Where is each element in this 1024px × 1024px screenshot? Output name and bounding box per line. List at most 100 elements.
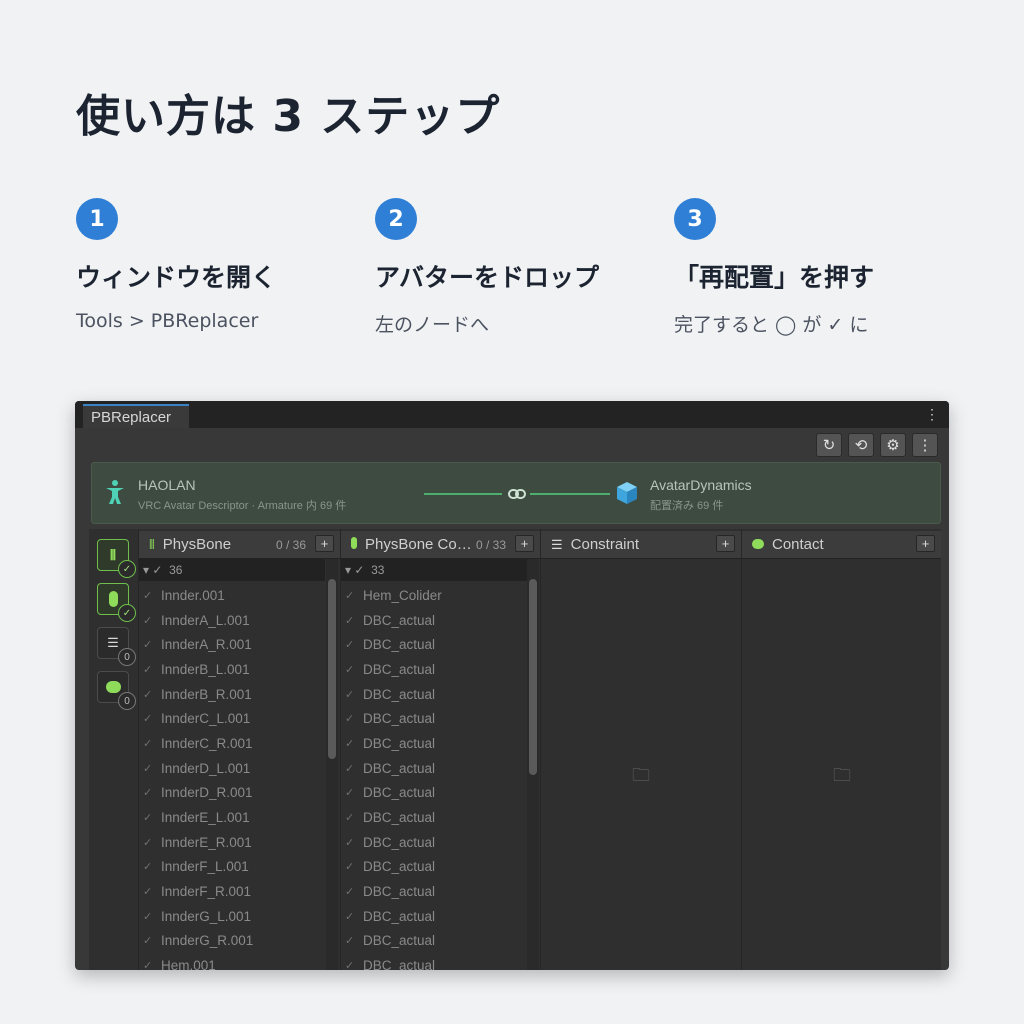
- list-item[interactable]: ✓ DBC_actual: [341, 879, 527, 904]
- list-item[interactable]: ✓ DBC_actual: [341, 608, 527, 633]
- settings-button[interactable]: ⚙: [880, 433, 906, 457]
- column-title: Contact: [772, 536, 824, 553]
- list-item[interactable]: ✓ DBC_actual: [341, 682, 527, 707]
- scrollbar-thumb[interactable]: [328, 579, 336, 759]
- list-item-label: DBC_actual: [363, 834, 436, 850]
- list-item-label: DBC_actual: [363, 760, 436, 776]
- check-icon[interactable]: ✓: [143, 836, 161, 849]
- check-icon[interactable]: ✓: [345, 589, 363, 602]
- cube-icon: [617, 482, 637, 504]
- add-button[interactable]: +: [716, 535, 735, 552]
- list-item[interactable]: ✓ InnderA_R.001: [139, 632, 325, 657]
- check-icon[interactable]: ✓: [143, 786, 161, 799]
- tab-pbreplacer[interactable]: PBReplacer: [83, 404, 189, 428]
- constraint-icon: ☰: [551, 536, 563, 552]
- list-item[interactable]: ✓ DBC_actual: [341, 904, 527, 929]
- list-item[interactable]: ✓ InnderG_R.001: [139, 929, 325, 954]
- check-icon[interactable]: ✓: [345, 762, 363, 775]
- check-icon[interactable]: ✓: [143, 860, 161, 873]
- check-icon[interactable]: ✓: [345, 934, 363, 947]
- history-button[interactable]: ⟲: [848, 433, 874, 457]
- list-item[interactable]: ✓ DBC_actual: [341, 929, 527, 954]
- list-item[interactable]: ✓ InnderD_L.001: [139, 756, 325, 781]
- group-row[interactable]: ▾ ✓ 33: [341, 559, 527, 581]
- avatar-drop-zone[interactable]: HAOLAN VRC Avatar Descriptor · Armature …: [91, 462, 941, 524]
- contact-filter-button[interactable]: 0: [97, 671, 136, 710]
- list-item[interactable]: ✓ DBC_actual: [341, 781, 527, 806]
- list-item[interactable]: ✓ DBC_actual: [341, 756, 527, 781]
- check-icon[interactable]: ✓: [345, 836, 363, 849]
- check-icon[interactable]: ✓: [143, 811, 161, 824]
- list-item-label: InnderB_R.001: [161, 686, 252, 702]
- window-menu-icon[interactable]: ⋮: [925, 406, 939, 423]
- collider-filter-button[interactable]: ✓: [97, 583, 136, 622]
- scrollbar-thumb[interactable]: [529, 579, 537, 775]
- check-icon[interactable]: ✓: [345, 614, 363, 627]
- check-icon[interactable]: ✓: [143, 663, 161, 676]
- list-item[interactable]: ✓ DBC_actual: [341, 855, 527, 880]
- check-icon[interactable]: ✓: [143, 688, 161, 701]
- check-icon[interactable]: ✓: [345, 959, 363, 970]
- step-heading: アバターをドロップ: [375, 263, 600, 292]
- step-number: 1: [76, 198, 118, 240]
- check-icon[interactable]: ✓: [345, 811, 363, 824]
- list-item[interactable]: ✓ InnderC_L.001: [139, 706, 325, 731]
- list-item[interactable]: ✓ DBC_actual: [341, 706, 527, 731]
- check-icon[interactable]: ✓: [143, 737, 161, 750]
- check-icon[interactable]: ✓: [143, 638, 161, 651]
- list-item[interactable]: ✓ DBC_actual: [341, 657, 527, 682]
- check-icon[interactable]: ✓: [345, 638, 363, 651]
- add-button[interactable]: +: [916, 535, 935, 552]
- list-item[interactable]: ✓ InnderB_L.001: [139, 657, 325, 682]
- check-icon[interactable]: ✓: [345, 786, 363, 799]
- check-icon[interactable]: ✓: [143, 762, 161, 775]
- list-item[interactable]: ✓ InnderC_R.001: [139, 731, 325, 756]
- list-item[interactable]: ✓ InnderG_L.001: [139, 904, 325, 929]
- check-icon[interactable]: ✓: [345, 885, 363, 898]
- check-icon[interactable]: ✓: [345, 712, 363, 725]
- list-item[interactable]: ✓ Hem.001: [139, 953, 325, 970]
- add-button[interactable]: +: [315, 535, 334, 552]
- list-item[interactable]: ✓ DBC_actual: [341, 632, 527, 657]
- check-icon[interactable]: ✓: [345, 688, 363, 701]
- list-item[interactable]: ✓ DBC_actual: [341, 830, 527, 855]
- group-row[interactable]: ▾ ✓ 36: [139, 559, 325, 581]
- check-icon[interactable]: ✓: [143, 589, 161, 602]
- list-item[interactable]: ✓ InnderB_R.001: [139, 682, 325, 707]
- check-icon[interactable]: ✓: [143, 910, 161, 923]
- check-icon[interactable]: ✓: [143, 712, 161, 725]
- more-button[interactable]: ⋮: [912, 433, 938, 457]
- list-item[interactable]: ✓ InnderF_L.001: [139, 855, 325, 880]
- list-item-label: Innder.001: [161, 587, 225, 603]
- check-icon[interactable]: ✓: [345, 737, 363, 750]
- check-icon[interactable]: ✓: [143, 885, 161, 898]
- constraint-filter-button[interactable]: ☰ 0: [97, 627, 136, 666]
- refresh-button[interactable]: ↻: [816, 433, 842, 457]
- capsule-icon: [108, 591, 118, 607]
- add-button[interactable]: +: [515, 535, 534, 552]
- list-item-label: DBC_actual: [363, 661, 436, 677]
- check-icon[interactable]: ✓: [345, 860, 363, 873]
- list-item[interactable]: ✓ InnderF_R.001: [139, 879, 325, 904]
- list-item[interactable]: ✓ InnderE_L.001: [139, 805, 325, 830]
- scrollbar[interactable]: [527, 559, 539, 970]
- check-icon[interactable]: ✓: [143, 959, 161, 970]
- list-item[interactable]: ✓ DBC_actual: [341, 805, 527, 830]
- list-item[interactable]: ✓ InnderD_R.001: [139, 781, 325, 806]
- contact-column: Contact + 🗀: [741, 529, 941, 970]
- scrollbar[interactable]: [326, 559, 338, 970]
- list-item[interactable]: ✓ Hem_Colider: [341, 583, 527, 608]
- check-icon[interactable]: ✓: [345, 663, 363, 676]
- physbone-filter-button[interactable]: ⦀ ✓: [97, 539, 136, 578]
- link-line-right: [530, 493, 610, 495]
- list-item[interactable]: ✓ Innder.001: [139, 583, 325, 608]
- check-icon[interactable]: ✓: [143, 614, 161, 627]
- list-item-label: InnderE_L.001: [161, 810, 250, 826]
- list-item[interactable]: ✓ DBC_actual: [341, 731, 527, 756]
- check-icon[interactable]: ✓: [143, 934, 161, 947]
- list-item[interactable]: ✓ InnderE_R.001: [139, 830, 325, 855]
- list-item[interactable]: ✓ InnderA_L.001: [139, 608, 325, 633]
- list-item[interactable]: ✓ DBC_actual: [341, 953, 527, 970]
- check-icon[interactable]: ✓: [345, 910, 363, 923]
- history-icon: ⟲: [854, 437, 868, 454]
